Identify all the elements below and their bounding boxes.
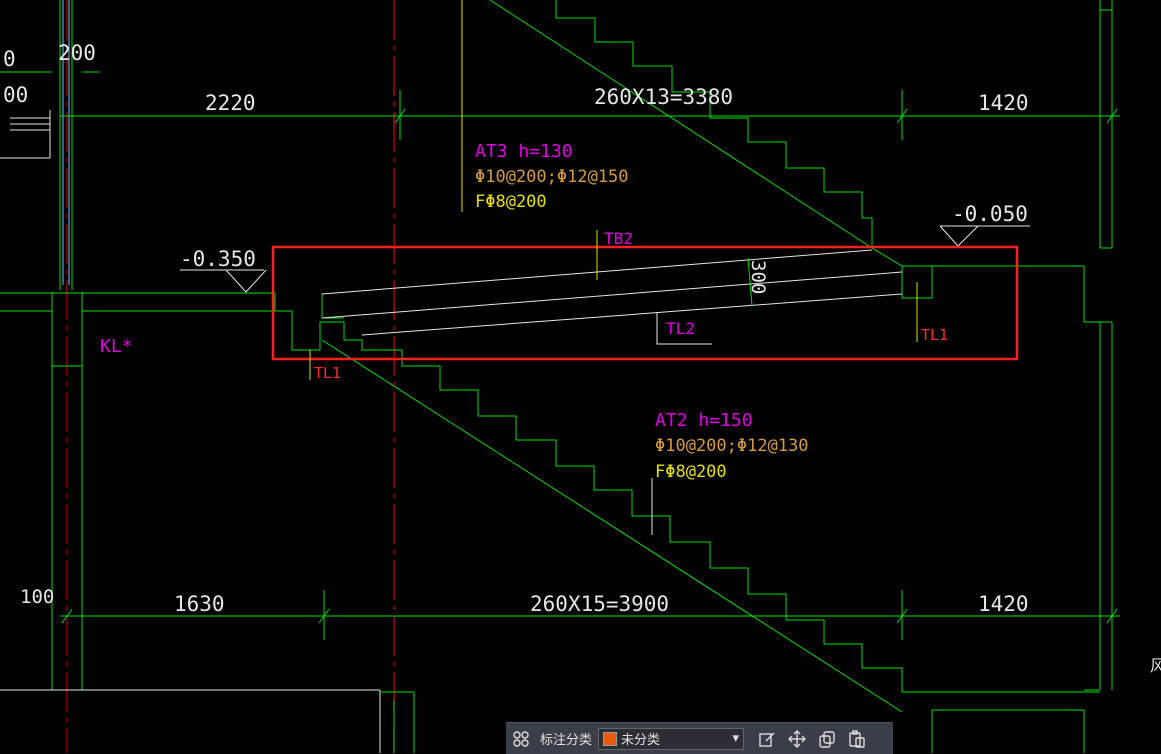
edit-icon[interactable] xyxy=(752,724,782,754)
dim-bot-mid: 260X15=3900 xyxy=(530,592,669,616)
elevation-marker-right xyxy=(939,225,1030,247)
dim-bot-left: 1630 xyxy=(174,592,225,616)
elevation-left: -0.350 xyxy=(180,247,256,271)
dim-top-right: 1420 xyxy=(978,91,1029,115)
dim-top-mid: 260X13=3380 xyxy=(594,85,733,109)
dim-left-200: 200 xyxy=(58,41,96,65)
at3-name: AT3 h=130 xyxy=(475,141,573,162)
elevation-marker-left xyxy=(180,269,267,293)
category-label: 标注分类 xyxy=(540,733,593,748)
highlight-box xyxy=(271,245,1019,361)
dim-bot-right: 1420 xyxy=(978,592,1029,616)
dim-slab-300: 300 xyxy=(747,260,769,294)
move-icon[interactable] xyxy=(782,724,812,754)
grid-icon[interactable] xyxy=(506,724,536,754)
paste-icon[interactable] xyxy=(842,724,872,754)
label-tl1-left: TL1 xyxy=(314,364,341,382)
at3-rebar2: FΦ8@200 xyxy=(475,192,547,212)
label-tl2: TL2 xyxy=(666,319,695,338)
dim-top-left: 2220 xyxy=(205,91,256,115)
cad-drawing-canvas[interactable]: 2220 260X13=3380 1420 1630 260X15=3900 1… xyxy=(0,0,1161,753)
upper-stair-at3 xyxy=(489,0,873,249)
dim-left-100: 100 xyxy=(20,586,54,608)
edge-char: 风 xyxy=(1150,656,1161,675)
label-kl: KL* xyxy=(100,336,133,357)
lower-stair-at2 xyxy=(321,339,903,713)
slab-lines xyxy=(321,249,903,336)
dim-left-0: 0 xyxy=(3,47,16,71)
category-select[interactable]: 未分类 ▾ xyxy=(598,727,745,750)
category-swatch xyxy=(603,731,618,746)
chevron-down-icon: ▾ xyxy=(732,731,740,746)
at2-name: AT2 h=150 xyxy=(655,410,753,431)
dimension-lines-top xyxy=(0,0,1120,140)
label-tb2: TB2 xyxy=(604,229,633,248)
category-value: 未分类 xyxy=(621,733,661,748)
at3-rebar1: Φ10@200;Φ12@150 xyxy=(475,167,629,187)
elevation-right: -0.050 xyxy=(952,202,1028,226)
at2-rebar1: Φ10@200;Φ12@130 xyxy=(655,436,809,456)
annotation-toolbar: 标注分类 未分类 ▾ xyxy=(506,722,893,754)
dim-left-00: 00 xyxy=(3,83,28,107)
at2-rebar2: FΦ8@200 xyxy=(655,462,727,482)
label-tl1-right: TL1 xyxy=(921,326,948,344)
copy-icon[interactable] xyxy=(812,724,842,754)
